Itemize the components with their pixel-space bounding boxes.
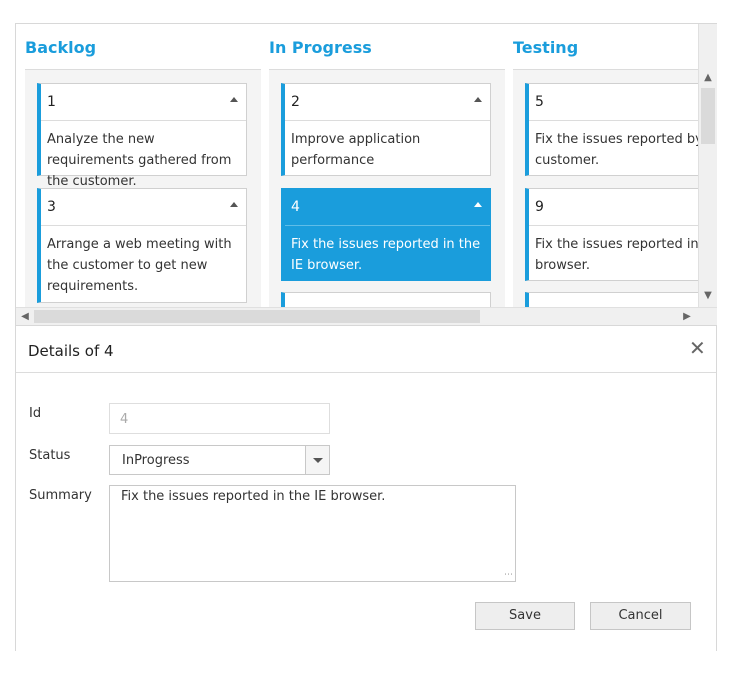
- summary-text: Fix the issues reported in the IE browse…: [121, 489, 386, 504]
- kanban-board: Backlog 1 Analyze the new requirements g…: [16, 24, 698, 307]
- resize-grip-icon[interactable]: ⋯: [504, 570, 513, 580]
- card-summary: Analyze the new requirements gathered fr…: [47, 132, 232, 189]
- divider: [16, 372, 716, 373]
- details-title: Details of 4: [28, 342, 114, 360]
- column-header-backlog: Backlog: [25, 38, 97, 57]
- card-4-selected[interactable]: 4 Fix the issues reported in the IE brow…: [281, 188, 491, 281]
- horizontal-scrollbar[interactable]: ◀ ▶: [16, 307, 717, 325]
- card-summary: Arrange a web meeting with the customer …: [47, 237, 232, 294]
- summary-textarea[interactable]: Fix the issues reported in the IE browse…: [109, 485, 516, 582]
- card-summary: Fix the issues reported in the IE browse…: [291, 237, 481, 273]
- chevron-down-icon[interactable]: [305, 446, 329, 474]
- scroll-right-icon[interactable]: ▶: [681, 309, 693, 325]
- scroll-up-icon[interactable]: ▲: [701, 70, 715, 86]
- card-id: 2: [291, 94, 300, 110]
- column-in-progress: 2 Improve application performance 4 Fix …: [269, 69, 505, 307]
- id-label: Id: [29, 406, 42, 421]
- summary-label: Summary: [29, 488, 92, 503]
- card-partial[interactable]: [281, 292, 491, 307]
- card-2[interactable]: 2 Improve application performance: [281, 83, 491, 176]
- kanban-widget: Backlog 1 Analyze the new requirements g…: [15, 23, 717, 651]
- status-dropdown[interactable]: InProgress: [109, 445, 330, 475]
- card-summary: Fix the issues reported by the customer.: [535, 132, 698, 168]
- vertical-scrollbar[interactable]: ▲ ▼: [698, 24, 717, 307]
- collapse-icon[interactable]: [230, 97, 238, 102]
- collapse-icon[interactable]: [230, 202, 238, 207]
- column-header-testing: Testing: [513, 38, 579, 57]
- column-header-in-progress: In Progress: [269, 38, 372, 57]
- card-partial[interactable]: [525, 292, 698, 307]
- card-3[interactable]: 3 Arrange a web meeting with the custome…: [37, 188, 247, 303]
- status-value: InProgress: [122, 453, 190, 468]
- card-1[interactable]: 1 Analyze the new requirements gathered …: [37, 83, 247, 189]
- collapse-icon[interactable]: [474, 97, 482, 102]
- card-id: 4: [291, 199, 300, 215]
- card-id: 9: [535, 199, 544, 215]
- card-summary: Fix the issues reported in Safari browse…: [535, 237, 698, 273]
- card-id: 1: [47, 94, 56, 110]
- collapse-icon[interactable]: [474, 202, 482, 207]
- close-icon[interactable]: ✕: [689, 338, 706, 358]
- card-id: 5: [535, 94, 544, 110]
- card-summary: Improve application performance: [291, 132, 421, 168]
- column-backlog: 1 Analyze the new requirements gathered …: [25, 69, 261, 307]
- details-dialog: Details of 4 ✕ Id 4 Status InProgress Su…: [16, 325, 716, 651]
- save-button[interactable]: Save: [475, 602, 575, 630]
- card-9[interactable]: 9 Fix the issues reported in Safari brow…: [525, 188, 698, 281]
- horizontal-scroll-thumb[interactable]: [34, 310, 480, 323]
- column-testing: 5 Fix the issues reported by the custome…: [513, 69, 698, 307]
- scroll-down-icon[interactable]: ▼: [701, 288, 715, 304]
- scroll-left-icon[interactable]: ◀: [19, 309, 31, 325]
- vertical-scroll-thumb[interactable]: [701, 88, 715, 144]
- cancel-button[interactable]: Cancel: [590, 602, 691, 630]
- card-5[interactable]: 5 Fix the issues reported by the custome…: [525, 83, 698, 176]
- card-id: 3: [47, 199, 56, 215]
- status-label: Status: [29, 448, 71, 463]
- id-field: 4: [109, 403, 330, 434]
